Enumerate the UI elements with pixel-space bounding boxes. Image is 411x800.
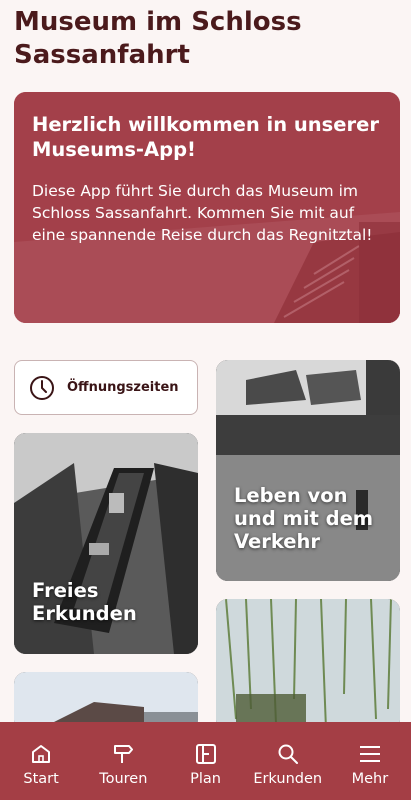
map-icon bbox=[195, 744, 216, 764]
nav-label: Mehr bbox=[351, 771, 389, 787]
welcome-title: Herzlich willkommen in unserer Museums-A… bbox=[32, 113, 379, 161]
tile-label: Freies Erkunden bbox=[32, 579, 137, 625]
nav-label: Plan bbox=[190, 771, 221, 787]
nav-label: Touren bbox=[99, 771, 148, 787]
menu-icon bbox=[359, 746, 380, 762]
welcome-text: Diese App führt Sie durch das Museum im … bbox=[32, 182, 373, 244]
page-title: Museum im Schloss Sassanfahrt bbox=[14, 7, 302, 70]
nav-plan[interactable]: Plan bbox=[164, 722, 246, 800]
nav-touren[interactable]: Touren bbox=[82, 722, 164, 800]
clock-icon bbox=[30, 375, 54, 400]
tile-willow[interactable] bbox=[216, 599, 400, 732]
nav-label: Start bbox=[23, 771, 59, 787]
nav-mehr[interactable]: Mehr bbox=[329, 722, 411, 800]
opening-hours-label: Öffnungszeiten bbox=[67, 380, 179, 395]
willow-photo bbox=[216, 599, 400, 732]
home-icon bbox=[32, 745, 51, 763]
signpost-icon bbox=[114, 745, 134, 763]
bottom-navigation: Start Touren Plan Erkunden Mehr bbox=[0, 722, 411, 800]
nav-label: Erkunden bbox=[253, 771, 323, 787]
welcome-card: Herzlich willkommen in unserer Museums-A… bbox=[14, 92, 400, 323]
search-icon bbox=[278, 744, 298, 764]
opening-hours-button[interactable]: Öffnungszeiten bbox=[14, 360, 198, 415]
tile-verkehr[interactable]: Leben von und mit dem Verkehr bbox=[216, 360, 400, 581]
nav-erkunden[interactable]: Erkunden bbox=[247, 722, 329, 800]
tile-label: Leben von und mit dem Verkehr bbox=[234, 484, 374, 553]
nav-start[interactable]: Start bbox=[0, 722, 82, 800]
tile-freies-erkunden[interactable]: Freies Erkunden bbox=[14, 433, 198, 654]
